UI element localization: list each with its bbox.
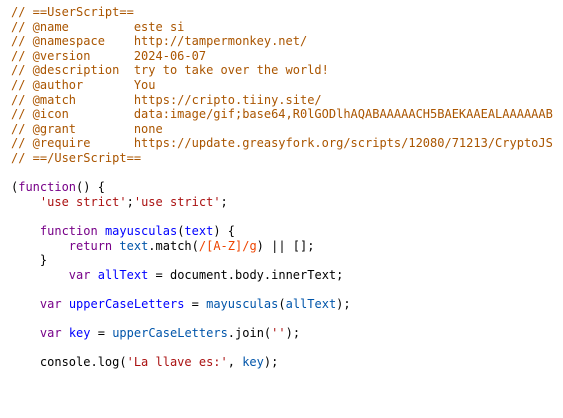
code-line[interactable]: // @version 2024-06-07 [11, 49, 206, 64]
code-token: // ==UserScript== [11, 5, 134, 19]
code-line[interactable]: // @name este si [11, 20, 184, 35]
code-token: ); [336, 297, 351, 311]
code-token: .match( [148, 238, 199, 253]
code-line[interactable]: // @grant none [11, 122, 163, 137]
code-token: // @match https://cripto.tiiny.site/ [11, 92, 322, 107]
code-line[interactable]: // @match https://cripto.tiiny.site/ [11, 93, 322, 108]
code-line[interactable]: var upperCaseLetters = mayusculas(allTex… [11, 297, 351, 312]
code-line[interactable]: console.log('La llave es:', key); [11, 355, 278, 370]
code-line[interactable]: // @require https://update.greasyfork.or… [11, 136, 553, 151]
code-token: } [11, 253, 48, 268]
code-token: .join( [227, 326, 272, 341]
code-token: upperCaseLetters [112, 326, 228, 341]
code-line[interactable]: 'use strict';'use strict'; [11, 195, 228, 210]
code-token: 'use strict' [133, 194, 221, 209]
code-token: // ==/UserScript== [11, 151, 142, 165]
code-token: 'use strict' [39, 194, 127, 209]
code-token: ; [126, 194, 134, 209]
code-token: // @icon data:image/gif;base64,R0lGODlhA… [11, 107, 553, 122]
code-token: mayusculas [104, 224, 178, 238]
code-editor[interactable]: // ==UserScript==// @name este si// @nam… [0, 0, 563, 418]
code-token: return [68, 238, 113, 253]
code-token: console.log( [11, 355, 127, 370]
code-token: /[A-Z]/g [198, 238, 257, 253]
code-token: mayusculas [206, 297, 279, 311]
code-token: '' [271, 326, 286, 341]
code-line[interactable]: } [11, 253, 47, 268]
code-line[interactable]: (function() { [11, 180, 105, 195]
code-token: allText [97, 267, 149, 282]
code-token: // @name este si [11, 19, 185, 34]
code-token: // @author You [11, 78, 156, 92]
code-token: = [184, 297, 207, 311]
code-line[interactable]: function mayusculas(text) { [11, 224, 235, 239]
code-token: // @grant none [11, 121, 163, 136]
code-token: var [39, 297, 62, 311]
code-token: allText [285, 297, 337, 311]
code-token: // @namespace http://tampermonkey.net/ [11, 34, 308, 49]
code-token: key [68, 326, 91, 341]
code-token: ) { [213, 224, 236, 238]
code-token: var [39, 326, 62, 341]
code-token: // @require https://update.greasyfork.or… [11, 136, 553, 151]
code-token: upperCaseLetters [68, 297, 185, 311]
code-token: () { [76, 180, 105, 195]
code-line[interactable]: // @author You [11, 78, 156, 93]
code-token: function [18, 180, 77, 195]
code-line[interactable]: // @icon data:image/gif;base64,R0lGODlhA… [11, 107, 553, 122]
code-token: key [242, 355, 264, 370]
code-line[interactable]: // ==/UserScript== [11, 151, 141, 166]
code-token: 'La llave es:' [126, 355, 228, 370]
code-token: ); [263, 355, 279, 370]
code-token: var [68, 267, 91, 282]
code-line[interactable]: // @namespace http://tampermonkey.net/ [11, 34, 307, 49]
code-token: function [39, 224, 98, 238]
code-token: // @description try to take over the wor… [11, 63, 329, 78]
code-token: = [90, 326, 113, 341]
code-line[interactable]: // ==UserScript== [11, 5, 134, 20]
code-line[interactable]: // @description try to take over the wor… [11, 63, 329, 78]
code-line[interactable]: return text.match(/[A-Z]/g) || []; [11, 238, 315, 254]
code-token: , [227, 355, 243, 370]
code-token: = document.body.innerText; [148, 267, 344, 282]
code-token: text [119, 238, 149, 253]
code-token: ) || []; [256, 238, 315, 253]
code-line[interactable]: var key = upperCaseLetters.join(''); [11, 326, 300, 341]
code-token: ); [285, 326, 301, 341]
code-token: ( [278, 297, 286, 311]
code-line[interactable]: var allText = document.body.innerText; [11, 267, 344, 283]
code-token: // @version 2024-06-07 [11, 48, 207, 63]
code-token: ; [220, 194, 228, 209]
code-token: text [184, 224, 214, 238]
